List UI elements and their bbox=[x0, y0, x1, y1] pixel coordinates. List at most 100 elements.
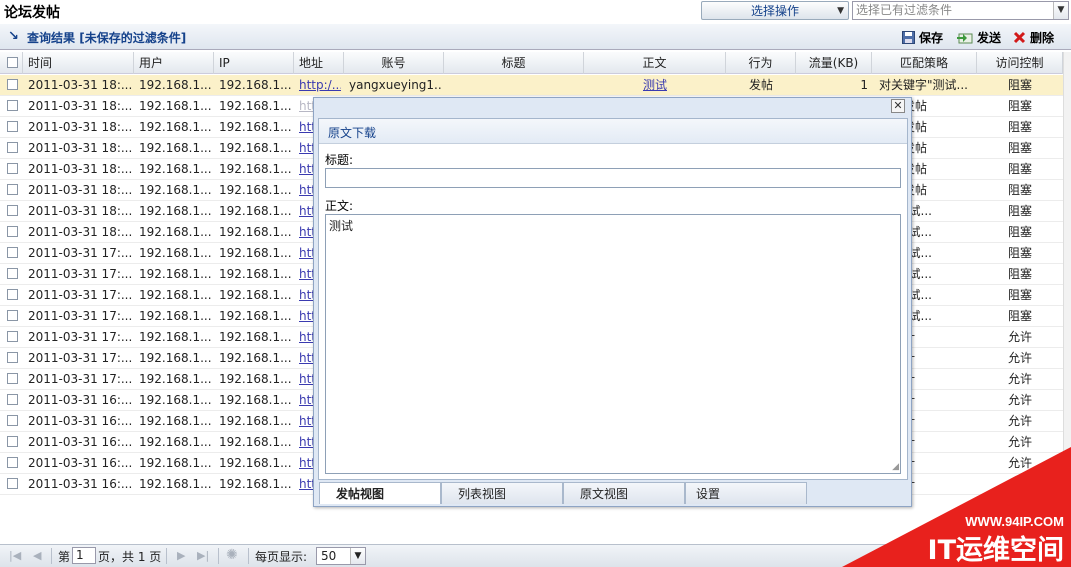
table-row[interactable]: 2011-03-31 18:... 192.168.1... 192.168.1..… bbox=[0, 75, 1063, 96]
row-checkbox[interactable] bbox=[7, 247, 18, 258]
cell-control: 阻塞 bbox=[1007, 183, 1032, 197]
cell-traffic: 1 bbox=[860, 78, 868, 92]
cell-ip: 192.168.1... bbox=[219, 414, 292, 428]
last-page-icon[interactable]: ▶| bbox=[197, 549, 209, 562]
row-checkbox[interactable] bbox=[7, 457, 18, 468]
cell-control: 阻塞 bbox=[1007, 78, 1032, 92]
send-label: 发送 bbox=[977, 31, 1002, 45]
cell-action: 发帖 bbox=[748, 78, 773, 92]
cell-user: 192.168.1... bbox=[139, 120, 212, 134]
cell-time: 2011-03-31 16:... bbox=[28, 393, 132, 407]
floppy-icon bbox=[902, 31, 915, 44]
row-checkbox[interactable] bbox=[7, 163, 18, 174]
row-checkbox[interactable] bbox=[7, 415, 18, 426]
cell-user: 192.168.1... bbox=[139, 309, 212, 323]
row-checkbox[interactable] bbox=[7, 373, 18, 384]
cell-user: 192.168.1... bbox=[139, 456, 212, 470]
cell-ip: 192.168.1... bbox=[219, 393, 292, 407]
row-checkbox[interactable] bbox=[7, 331, 18, 342]
column-header[interactable]: 时间 bbox=[23, 52, 134, 74]
cell-user: 192.168.1... bbox=[139, 204, 212, 218]
cell-ip: 192.168.1... bbox=[219, 288, 292, 302]
delete-label: 删除 bbox=[1030, 31, 1055, 45]
send-icon bbox=[957, 33, 973, 44]
column-header[interactable]: 流量(KB) bbox=[796, 52, 872, 74]
page-size-value: 50 bbox=[321, 549, 337, 563]
cell-user: 192.168.1... bbox=[139, 435, 212, 449]
cell-ip: 192.168.1... bbox=[219, 183, 292, 197]
filter-placeholder: 选择已有过滤条件 bbox=[856, 3, 953, 17]
row-checkbox[interactable] bbox=[7, 352, 18, 363]
row-checkbox[interactable] bbox=[7, 478, 18, 489]
row-checkbox[interactable] bbox=[7, 394, 18, 405]
watermark-logo: WWW.94IP.COM IT运维空间 bbox=[842, 447, 1071, 567]
column-header[interactable]: 匹配策略 bbox=[872, 52, 977, 74]
row-checkbox[interactable] bbox=[7, 121, 18, 132]
row-checkbox[interactable] bbox=[7, 142, 18, 153]
delete-button[interactable]: 删除 bbox=[1013, 29, 1054, 46]
divider bbox=[51, 548, 52, 564]
filter-select[interactable]: 选择已有过滤条件 ▼ bbox=[852, 1, 1069, 20]
download-original-link[interactable]: 原文下载 bbox=[328, 124, 376, 141]
tab-list-view[interactable]: 列表视图 bbox=[441, 482, 563, 504]
cell-ip: 192.168.1... bbox=[219, 477, 292, 491]
cell-time: 2011-03-31 16:... bbox=[28, 477, 132, 491]
row-checkbox[interactable] bbox=[7, 100, 18, 111]
cell-title bbox=[449, 75, 579, 95]
chevron-down-icon: ▼ bbox=[837, 6, 844, 16]
divider bbox=[166, 548, 167, 564]
close-icon bbox=[1013, 31, 1026, 44]
chevron-down-icon[interactable]: ▼ bbox=[350, 548, 365, 564]
action-select[interactable]: 选择操作 ▼ bbox=[701, 1, 849, 20]
tab-post-view[interactable]: 发帖视图 bbox=[319, 482, 441, 504]
column-header[interactable]: 地址 bbox=[294, 52, 344, 74]
cell-control: 允许 bbox=[1007, 330, 1032, 344]
row-checkbox[interactable] bbox=[7, 79, 18, 90]
cell-control: 阻塞 bbox=[1007, 309, 1032, 323]
row-checkbox[interactable] bbox=[7, 310, 18, 321]
column-header[interactable]: IP bbox=[214, 52, 294, 74]
cell-user: 192.168.1... bbox=[139, 99, 212, 113]
next-page-icon[interactable]: ▶ bbox=[177, 549, 185, 562]
close-dialog-button[interactable]: ✕ bbox=[891, 99, 905, 113]
column-header[interactable]: 行为 bbox=[726, 52, 796, 74]
column-header[interactable]: 访问控制 bbox=[977, 52, 1063, 74]
body-textarea[interactable]: 测试 ◢ bbox=[325, 214, 901, 474]
cell-user: 192.168.1... bbox=[139, 288, 212, 302]
row-checkbox[interactable] bbox=[7, 184, 18, 195]
divider bbox=[248, 548, 249, 564]
prev-page-icon[interactable]: ◀ bbox=[33, 549, 41, 562]
column-header[interactable]: 标题 bbox=[444, 52, 584, 74]
first-page-icon[interactable]: |◀ bbox=[9, 549, 21, 562]
cell-user: 192.168.1... bbox=[139, 183, 212, 197]
row-checkbox[interactable] bbox=[7, 289, 18, 300]
send-button[interactable]: 发送 bbox=[957, 29, 1001, 46]
row-checkbox[interactable] bbox=[7, 226, 18, 237]
cell-user: 192.168.1... bbox=[139, 162, 212, 176]
title-field[interactable] bbox=[325, 168, 901, 188]
row-checkbox[interactable] bbox=[7, 205, 18, 216]
tab-raw-view[interactable]: 原文视图 bbox=[563, 482, 685, 504]
chevron-down-icon[interactable]: ▼ bbox=[1053, 2, 1068, 19]
cell-user: 192.168.1... bbox=[139, 477, 212, 491]
column-header[interactable]: 用户 bbox=[134, 52, 214, 74]
tab-settings[interactable]: 设置 bbox=[685, 482, 807, 504]
cell-addr[interactable]: http:/... bbox=[299, 75, 341, 95]
refresh-icon[interactable]: ✺ bbox=[226, 547, 238, 563]
column-header[interactable]: 正文 bbox=[584, 52, 726, 74]
column-header[interactable]: 账号 bbox=[344, 52, 444, 74]
row-checkbox[interactable] bbox=[7, 436, 18, 447]
cell-user: 192.168.1... bbox=[139, 351, 212, 365]
save-button[interactable]: 保存 bbox=[902, 29, 943, 46]
cell-ip: 192.168.1... bbox=[219, 225, 292, 239]
cell-ip: 192.168.1... bbox=[219, 456, 292, 470]
cell-control: 允许 bbox=[1007, 372, 1032, 386]
select-all-checkbox[interactable] bbox=[7, 57, 18, 68]
cell-body[interactable]: 测试 bbox=[584, 75, 726, 95]
cell-time: 2011-03-31 18:... bbox=[28, 225, 132, 239]
row-checkbox[interactable] bbox=[7, 268, 18, 279]
cell-control: 阻塞 bbox=[1007, 288, 1032, 302]
cell-ip: 192.168.1... bbox=[219, 267, 292, 281]
page-size-select[interactable]: 50 ▼ bbox=[316, 547, 366, 565]
page-number-input[interactable]: 1 bbox=[72, 547, 96, 564]
